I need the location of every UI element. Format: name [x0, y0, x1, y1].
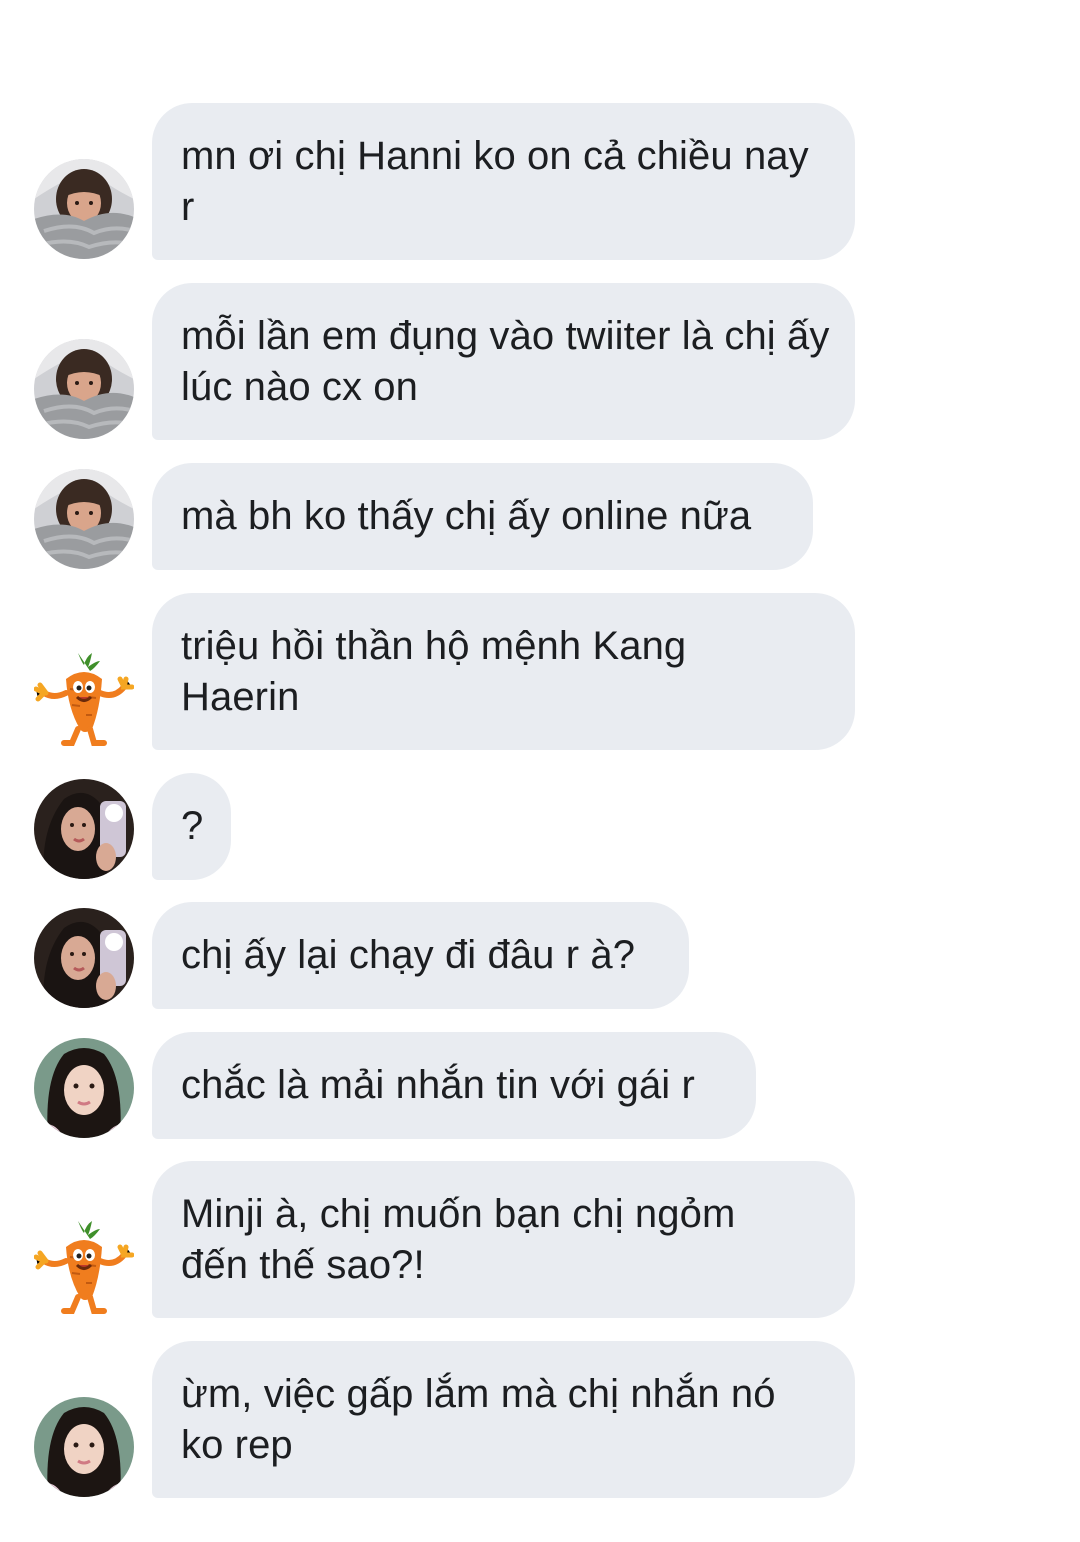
message-bubble[interactable]: ừm, việc gấp lắm mà chị nhắn nó ko rep — [152, 1341, 855, 1498]
long-hair-girl-avatar-image — [34, 1038, 134, 1138]
avatar[interactable] — [34, 908, 134, 1008]
chat-thread: mn ơi chị Hanni ko on cả chiều nay r mỗi… — [0, 0, 1080, 1542]
mirror-selfie-avatar-image — [34, 908, 134, 1008]
avatar[interactable] — [34, 469, 134, 569]
avatar[interactable] — [34, 159, 134, 259]
message-text: chắc là mải nhắn tin với gái r — [181, 1063, 695, 1107]
message-bubble[interactable]: chắc là mải nhắn tin với gái r — [152, 1032, 756, 1139]
message-bubble[interactable]: Minji à, chị muốn bạn chị ngỏm đến thế s… — [152, 1161, 855, 1318]
avatar[interactable] — [34, 1038, 134, 1138]
avatar[interactable] — [34, 779, 134, 879]
avatar[interactable] — [34, 339, 134, 439]
message-text: mà bh ko thấy chị ấy online nữa — [181, 494, 752, 538]
avatar[interactable] — [34, 1217, 134, 1317]
bed-girl-avatar-image — [34, 469, 134, 569]
message-text: mỗi lần em đụng vào twiiter là chị ấy lú… — [181, 314, 841, 409]
message-text: ? — [181, 804, 204, 848]
message-bubble[interactable]: mà bh ko thấy chị ấy online nữa — [152, 463, 813, 570]
avatar[interactable] — [34, 1397, 134, 1497]
bed-girl-avatar-image — [34, 339, 134, 439]
bed-girl-avatar-image — [34, 159, 134, 259]
message-text: triệu hồi thần hộ mệnh Kang Haerin — [181, 624, 698, 719]
mirror-selfie-avatar-image — [34, 779, 134, 879]
message-text: Minji à, chị muốn bạn chị ngỏm đến thế s… — [181, 1192, 747, 1287]
avatar[interactable] — [34, 649, 134, 749]
carrot-avatar-image — [34, 1217, 134, 1317]
long-hair-girl-avatar-image — [34, 1397, 134, 1497]
carrot-avatar-image — [34, 649, 134, 749]
message-text: mn ơi chị Hanni ko on cả chiều nay r — [181, 134, 820, 229]
message-text: chị ấy lại chạy đi đâu r à? — [181, 933, 636, 977]
message-bubble[interactable]: triệu hồi thần hộ mệnh Kang Haerin — [152, 593, 855, 750]
message-bubble[interactable]: chị ấy lại chạy đi đâu r à? — [152, 902, 689, 1009]
message-text: ừm, việc gấp lắm mà chị nhắn nó ko rep — [181, 1372, 787, 1467]
message-bubble[interactable]: ? — [152, 773, 231, 880]
message-bubble[interactable]: mỗi lần em đụng vào twiiter là chị ấy lú… — [152, 283, 855, 440]
message-bubble[interactable]: mn ơi chị Hanni ko on cả chiều nay r — [152, 103, 855, 260]
